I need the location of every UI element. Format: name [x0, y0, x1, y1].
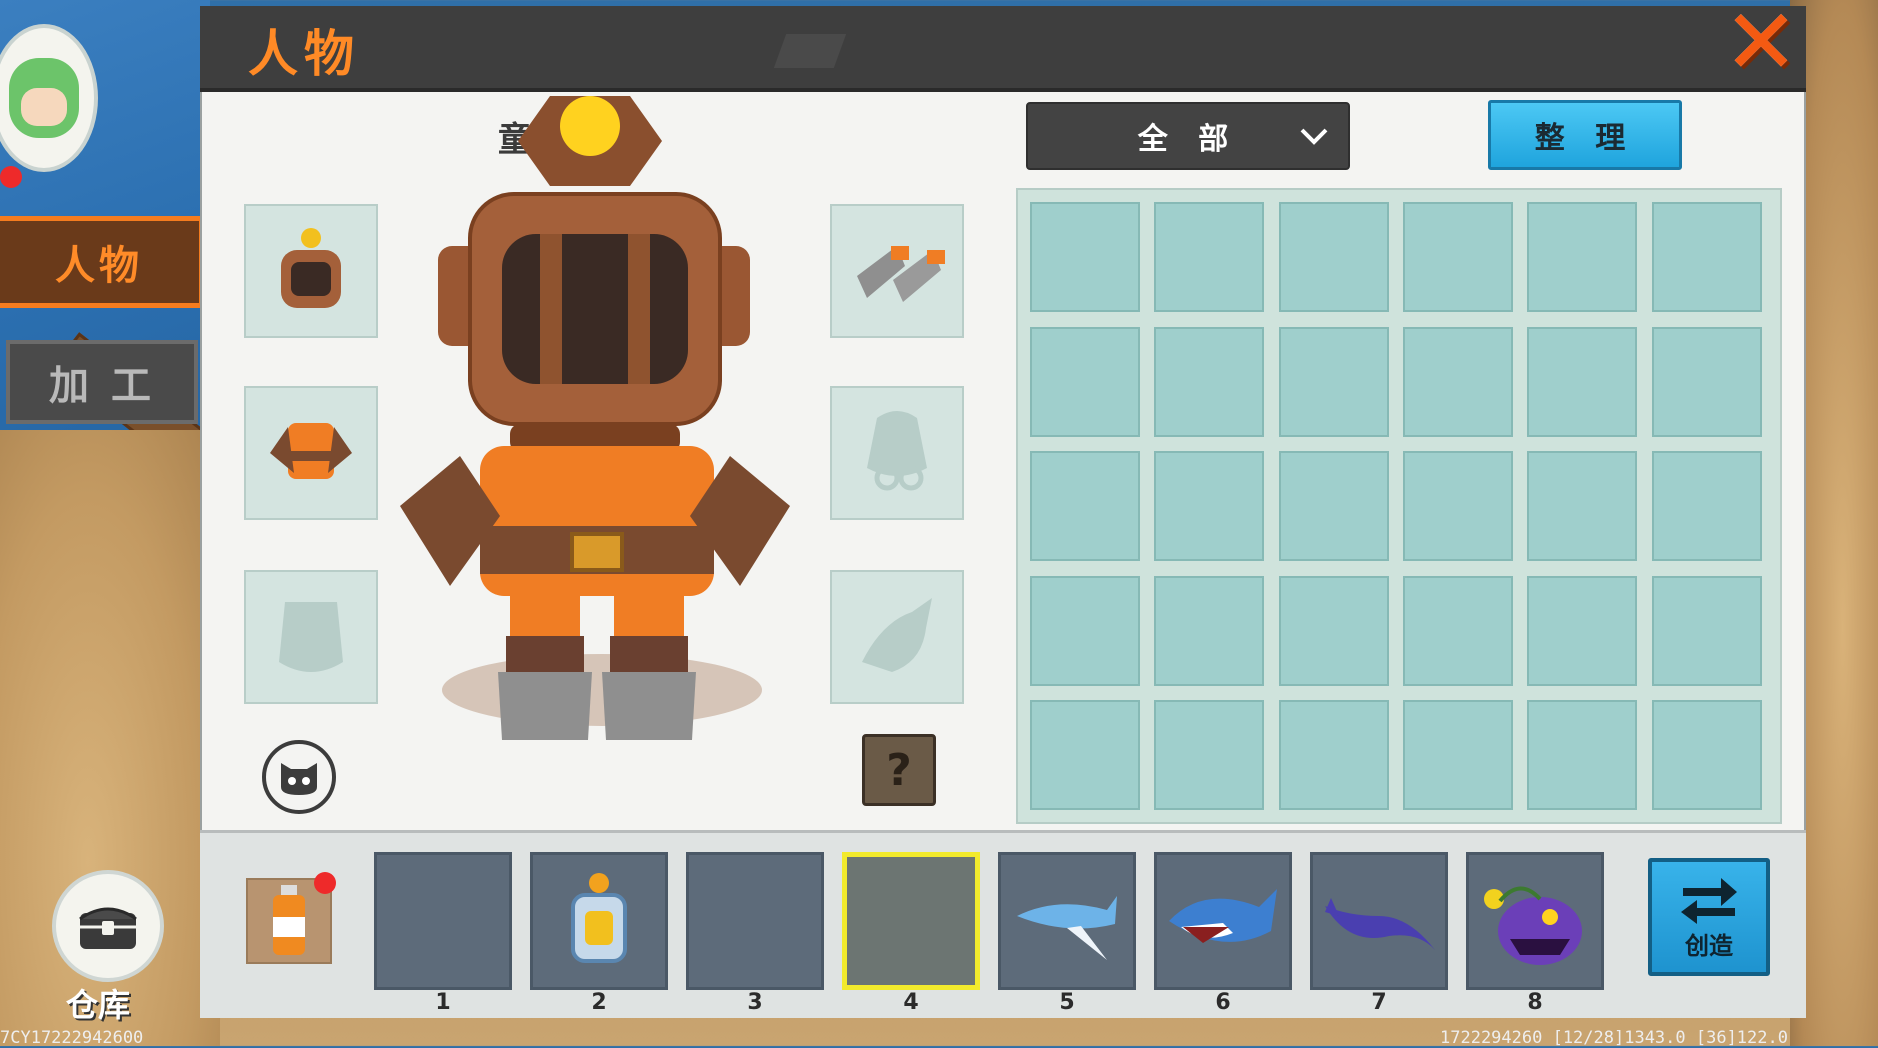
inventory-slot[interactable]: [1154, 326, 1265, 437]
inventory-slot[interactable]: [1527, 700, 1638, 810]
swordfish-icon: [1017, 896, 1117, 960]
flippers-icon: [857, 246, 945, 302]
sort-label: 整 理: [1534, 121, 1636, 156]
equip-slot-cape[interactable]: [244, 570, 378, 704]
accessory-silhouette-icon: [867, 411, 927, 491]
inventory-slot[interactable]: [1154, 700, 1265, 810]
inventory-slot[interactable]: [1030, 451, 1140, 561]
equip-slot-body[interactable]: [244, 386, 378, 520]
equip-slot-feet[interactable]: [830, 204, 964, 338]
chevron-down-icon: [1300, 128, 1328, 145]
hotbar-slot-6[interactable]: [1154, 852, 1292, 990]
tab-character[interactable]: 人物: [0, 216, 204, 308]
spray-can-icon: [273, 885, 305, 955]
hotbar-slot-7[interactable]: [1310, 852, 1448, 990]
hotbar-slot-number: 5: [1059, 990, 1075, 1015]
hotbar-slot-number: 6: [1215, 990, 1231, 1015]
inventory-slot[interactable]: [1402, 575, 1513, 686]
inventory-slot[interactable]: [1527, 575, 1638, 686]
hotbar-slot-number: 8: [1527, 990, 1543, 1015]
inventory-slot[interactable]: [1030, 700, 1140, 810]
titlebar-decoration: [773, 34, 847, 68]
page-title: 人物: [248, 25, 360, 83]
help-label: ?: [886, 744, 912, 796]
inventory-slot[interactable]: [1651, 326, 1762, 437]
warehouse-button[interactable]: [52, 870, 164, 982]
hotbar-slot-1[interactable]: [374, 852, 512, 990]
inventory-slot[interactable]: [1651, 202, 1762, 312]
inventory-slot[interactable]: [1278, 326, 1389, 437]
diving-helmet-icon: [281, 228, 341, 308]
close-x-icon: ✕: [1723, 0, 1799, 95]
inventory-slot[interactable]: [1154, 575, 1265, 686]
inventory-slot[interactable]: [1278, 700, 1389, 810]
hotbar-slot-number: 1: [435, 990, 451, 1015]
sort-button[interactable]: 整 理: [1488, 100, 1682, 170]
inventory-grid: [1016, 188, 1782, 824]
hotbar-slot-number: 3: [747, 990, 763, 1015]
hotbar-slot-5[interactable]: [998, 852, 1136, 990]
inventory-slot[interactable]: [1154, 202, 1265, 312]
inventory-slot[interactable]: [1278, 451, 1389, 561]
inventory-slot[interactable]: [1651, 700, 1762, 810]
tab-crafting[interactable]: 加 工: [6, 340, 198, 424]
hotbar-slot-8[interactable]: [1466, 852, 1604, 990]
help-button[interactable]: ?: [862, 734, 936, 806]
pet-button[interactable]: [262, 740, 336, 814]
inventory-slot[interactable]: [1527, 326, 1638, 437]
debug-left-text: 7CY17222942600: [0, 1028, 144, 1048]
close-button[interactable]: ✕: [1716, 0, 1806, 95]
inventory-slot[interactable]: [1278, 575, 1389, 686]
inventory-slot[interactable]: [1154, 451, 1265, 561]
hotbar-slot-number: 2: [591, 990, 607, 1015]
inventory-slot[interactable]: [1402, 326, 1513, 437]
hotbar-slot-4[interactable]: [842, 852, 980, 990]
inventory-slot[interactable]: [1651, 451, 1762, 561]
inventory-slot[interactable]: [1527, 451, 1638, 561]
hotbar-slot-number: 7: [1371, 990, 1387, 1015]
equip-slot-accessory[interactable]: [830, 386, 964, 520]
create-button[interactable]: 创造: [1648, 858, 1770, 976]
inventory-slot[interactable]: [1030, 202, 1140, 312]
filter-value: 全 部: [1137, 122, 1239, 157]
category-filter-dropdown[interactable]: 全 部: [1026, 102, 1350, 170]
inventory-slot[interactable]: [1527, 202, 1638, 312]
notification-dot: [0, 166, 22, 188]
inventory-slot[interactable]: [1402, 700, 1513, 810]
anglerfish-icon: [1484, 886, 1582, 965]
hotbar-slot-number: 4: [903, 990, 919, 1015]
diving-suit-icon: [270, 423, 352, 479]
inventory-slot[interactable]: [1402, 202, 1513, 312]
lantern-icon: [571, 873, 627, 963]
avatar-face-icon: [9, 58, 79, 138]
equip-slot-mount[interactable]: [830, 570, 964, 704]
inventory-slot[interactable]: [1651, 575, 1762, 686]
title-bar: [200, 6, 1806, 92]
debug-right-text: 1722294260 [12/28]1343.0 [36]122.0: [1440, 1028, 1788, 1048]
inventory-slot[interactable]: [1402, 451, 1513, 561]
cape-silhouette-icon: [279, 602, 343, 672]
hotbar-slot-2[interactable]: [530, 852, 668, 990]
equip-slot-head[interactable]: [244, 204, 378, 338]
hotbar-slot-3[interactable]: [686, 852, 824, 990]
inventory-slot[interactable]: [1278, 202, 1389, 312]
shark-icon: [1169, 889, 1277, 943]
tab-crafting-label: 加 工: [49, 363, 155, 409]
spray-notification-dot: [314, 872, 336, 894]
swap-arrows-icon: [1681, 877, 1737, 924]
inventory-slot[interactable]: [1030, 575, 1140, 686]
character-model[interactable]: [390, 86, 820, 746]
pet-face-icon: [281, 763, 317, 795]
manta-ray-icon: [1325, 898, 1435, 950]
create-label: 创造: [1685, 931, 1733, 960]
chest-icon: [79, 907, 137, 949]
tab-character-label: 人物: [55, 243, 143, 289]
inventory-slot[interactable]: [1030, 326, 1140, 437]
warehouse-label: 仓库: [66, 986, 131, 1024]
mount-silhouette-icon: [862, 598, 932, 672]
